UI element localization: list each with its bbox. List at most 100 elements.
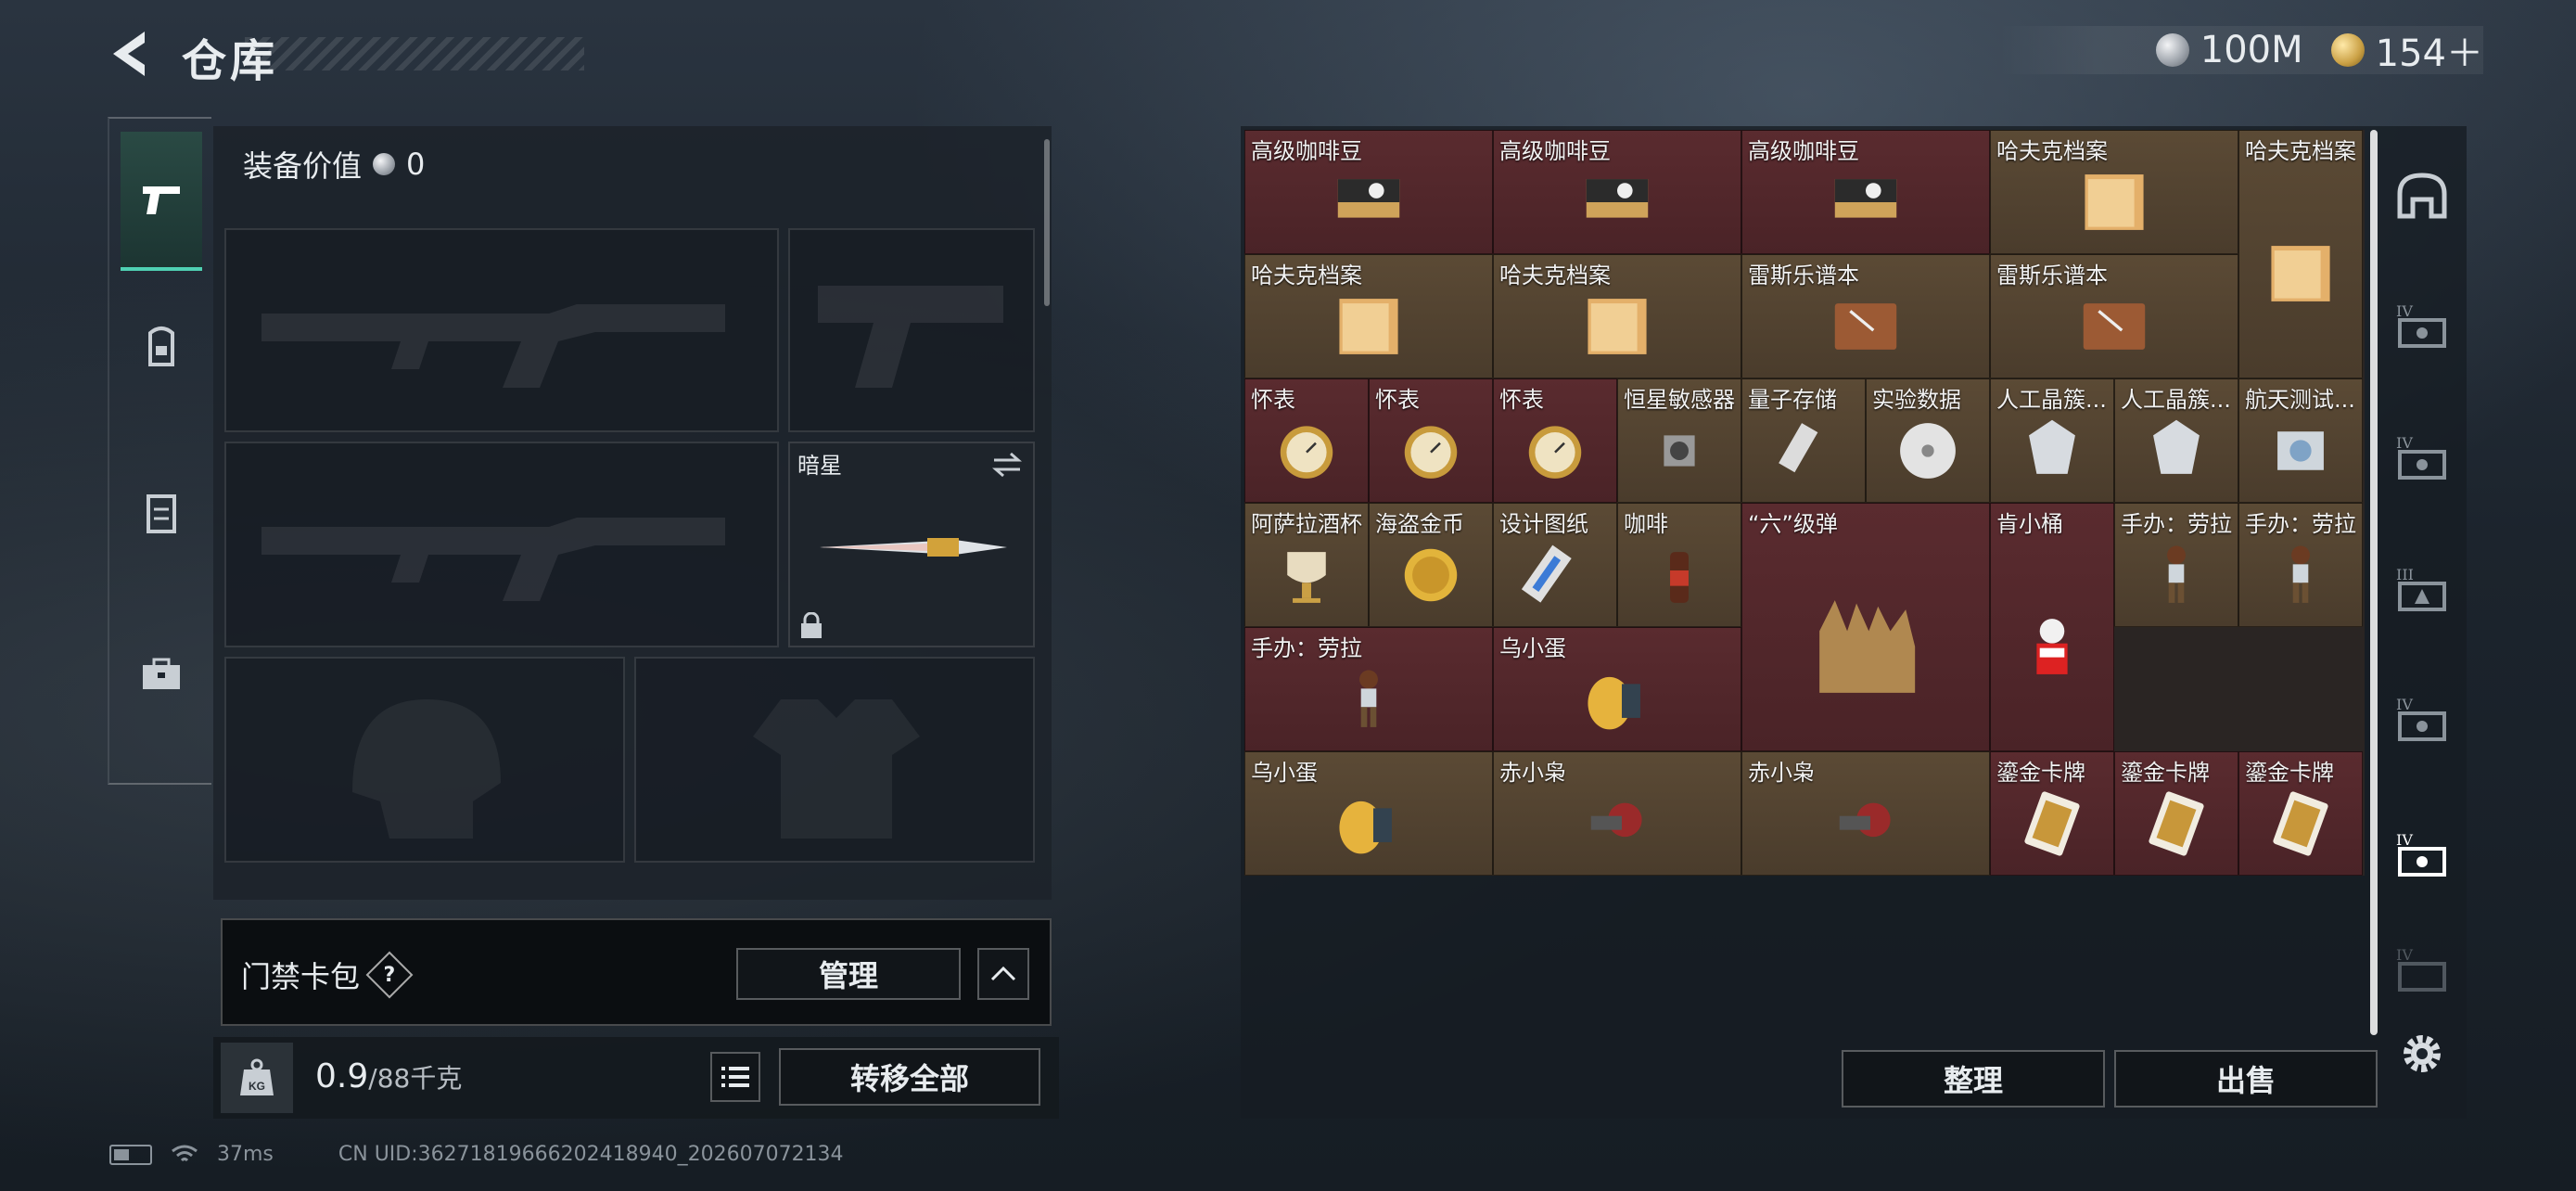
storage-item-label: 哈夫克档案	[1996, 138, 2108, 164]
melee-slot-label: 暗星	[797, 453, 842, 479]
storage-item[interactable]: 人工晶簇...	[1990, 378, 2114, 503]
back-arrow-icon[interactable]	[104, 28, 159, 80]
storage-item-label: 恒星敏感器	[1624, 387, 1735, 413]
storage-item[interactable]: 实验数据	[1866, 378, 1990, 503]
helmet-slot[interactable]	[224, 657, 625, 863]
svg-text:III: III	[2396, 566, 2414, 583]
tab-case-4[interactable]: IV	[2387, 677, 2457, 761]
storage-item[interactable]: 哈夫克档案	[2238, 130, 2363, 378]
primary-weapon-slot[interactable]	[224, 228, 779, 432]
pistol-slot[interactable]	[788, 228, 1035, 432]
storage-item[interactable]: 鎏金卡牌	[1990, 751, 2114, 876]
storage-item[interactable]: 乌小蛋	[1493, 627, 1741, 751]
tab-case-6[interactable]: IV	[2387, 937, 2457, 1002]
storage-item[interactable]: 肯小桶	[1990, 503, 2114, 751]
storage-item-label: 怀表	[1499, 387, 1544, 413]
tab-case-1[interactable]: IV	[2387, 284, 2457, 367]
tier4-case-icon: IV	[2396, 946, 2446, 992]
storage-item[interactable]: 手办：劳拉	[2114, 503, 2238, 627]
vest-icon	[147, 494, 176, 533]
tab-case-5-active[interactable]: IV	[2387, 813, 2457, 896]
usb-drive-icon	[1779, 422, 1818, 472]
owl-figure-icon	[1839, 802, 1891, 837]
uid: CN UID:3627181966620241894​0_20260707213…	[338, 1143, 844, 1166]
keycard-title: 门禁卡包 ?	[241, 951, 414, 999]
storage-item[interactable]: 鎏金卡牌	[2114, 751, 2238, 876]
storage-item[interactable]: 人工晶簇...	[2114, 378, 2238, 503]
storage-item[interactable]: 恒星敏感器	[1617, 378, 1741, 503]
nav-vest[interactable]	[121, 443, 202, 583]
tier4-case-icon: IV	[2396, 696, 2446, 741]
armor-silhouette-icon	[753, 699, 920, 839]
star-sensor-icon	[1664, 434, 1695, 467]
storage-scrollbar[interactable]	[2370, 130, 2378, 1035]
nav-backpack[interactable]	[121, 276, 202, 416]
storage-item[interactable]: 高级咖啡豆	[1244, 130, 1493, 254]
storage-item[interactable]: 高级咖啡豆	[1493, 130, 1741, 254]
storage-item[interactable]: 航天测试...	[2238, 378, 2363, 503]
storage-item[interactable]: 雷斯乐谱本	[1990, 254, 2238, 378]
currency-bar: 100M 154＋	[1997, 23, 2483, 77]
storage-item[interactable]: “六”级弹	[1741, 503, 1990, 751]
storage-item[interactable]: 鎏金卡牌	[2238, 751, 2363, 876]
storage-item[interactable]: 雷斯乐谱本	[1741, 254, 1990, 378]
storage-item[interactable]: 阿萨拉酒杯	[1244, 503, 1369, 627]
storage-item[interactable]: 哈夫克档案	[1493, 254, 1741, 378]
gear-icon[interactable]	[2396, 1028, 2448, 1080]
rifle-silhouette-icon	[261, 518, 725, 601]
storage-item[interactable]: 怀表	[1369, 378, 1493, 503]
tab-case-2[interactable]: IV	[2387, 416, 2457, 499]
storage-item-label: 雷斯乐谱本	[1748, 263, 1859, 288]
storage-item-label: 乌小蛋	[1251, 760, 1318, 786]
storage-item-label: 实验数据	[1872, 387, 1961, 413]
sort-button[interactable]: 整理	[1842, 1050, 2105, 1108]
ping: 37ms	[217, 1143, 274, 1166]
silver-amount: 100M	[2200, 29, 2303, 71]
storage-item[interactable]: 量子存储	[1741, 378, 1866, 503]
tab-case-3[interactable]: III	[2387, 547, 2457, 631]
storage-item-label: 高级咖啡豆	[1499, 138, 1611, 164]
transfer-all-button[interactable]: 转移全部	[779, 1048, 1040, 1106]
crystal-icon	[2029, 419, 2075, 474]
help-icon[interactable]: ?	[365, 951, 414, 999]
secondary-weapon-slot[interactable]	[224, 442, 779, 647]
storage-item[interactable]: 高级咖啡豆	[1741, 130, 1990, 254]
storage-item[interactable]: 手办：劳拉	[2238, 503, 2363, 627]
storage-item[interactable]: 赤小枭	[1741, 751, 1990, 876]
sell-button[interactable]: 出售	[2114, 1050, 2378, 1108]
silver-currency[interactable]: 100M	[2155, 29, 2303, 71]
storage-item[interactable]: 怀表	[1493, 378, 1617, 503]
storage-item[interactable]: 赤小枭	[1493, 751, 1741, 876]
manage-button[interactable]: 管理	[736, 948, 961, 1000]
svg-text:IV: IV	[2396, 434, 2413, 452]
melee-slot[interactable]: 暗星	[788, 442, 1035, 647]
storage-item-label: 手办：劳拉	[1251, 635, 1362, 661]
storage-item[interactable]: 咖啡	[1617, 503, 1741, 627]
storage-item-label: 哈夫克档案	[1499, 263, 1611, 288]
storage-item[interactable]: 哈夫克档案	[1990, 130, 2238, 254]
tab-helmet-case[interactable]	[2387, 154, 2457, 237]
list-view-button[interactable]	[710, 1052, 760, 1102]
storage-item-label: 咖啡	[1624, 511, 1668, 537]
storage-item[interactable]: 怀表	[1244, 378, 1369, 503]
equipment-scrollbar[interactable]	[1044, 139, 1050, 306]
armor-slot[interactable]	[634, 657, 1035, 863]
storage-item-label: 赤小枭	[1748, 760, 1815, 786]
nav-weapons[interactable]	[121, 132, 202, 271]
nav-case[interactable]	[121, 605, 202, 744]
weight-capacity: /88千克	[368, 1063, 463, 1094]
page-title: 仓库	[182, 35, 279, 87]
storage-item[interactable]: 乌小蛋	[1244, 751, 1493, 876]
storage-item[interactable]: 哈夫克档案	[1244, 254, 1493, 378]
coffee-bag-icon	[1834, 178, 1897, 218]
title-decoration	[245, 37, 584, 70]
storage-item[interactable]: 手办：劳拉	[1244, 627, 1493, 751]
swap-icon[interactable]	[990, 451, 1024, 479]
storage-item[interactable]: 设计图纸	[1493, 503, 1617, 627]
equipment-value: 装备价值 0	[243, 143, 425, 186]
gold-currency[interactable]: 154＋	[2330, 23, 2483, 77]
pocket-watch-icon	[1528, 425, 1582, 479]
expand-button[interactable]	[977, 948, 1029, 1000]
storage-item[interactable]: 海盗金币	[1369, 503, 1493, 627]
weight-icon: KG	[221, 1043, 293, 1113]
